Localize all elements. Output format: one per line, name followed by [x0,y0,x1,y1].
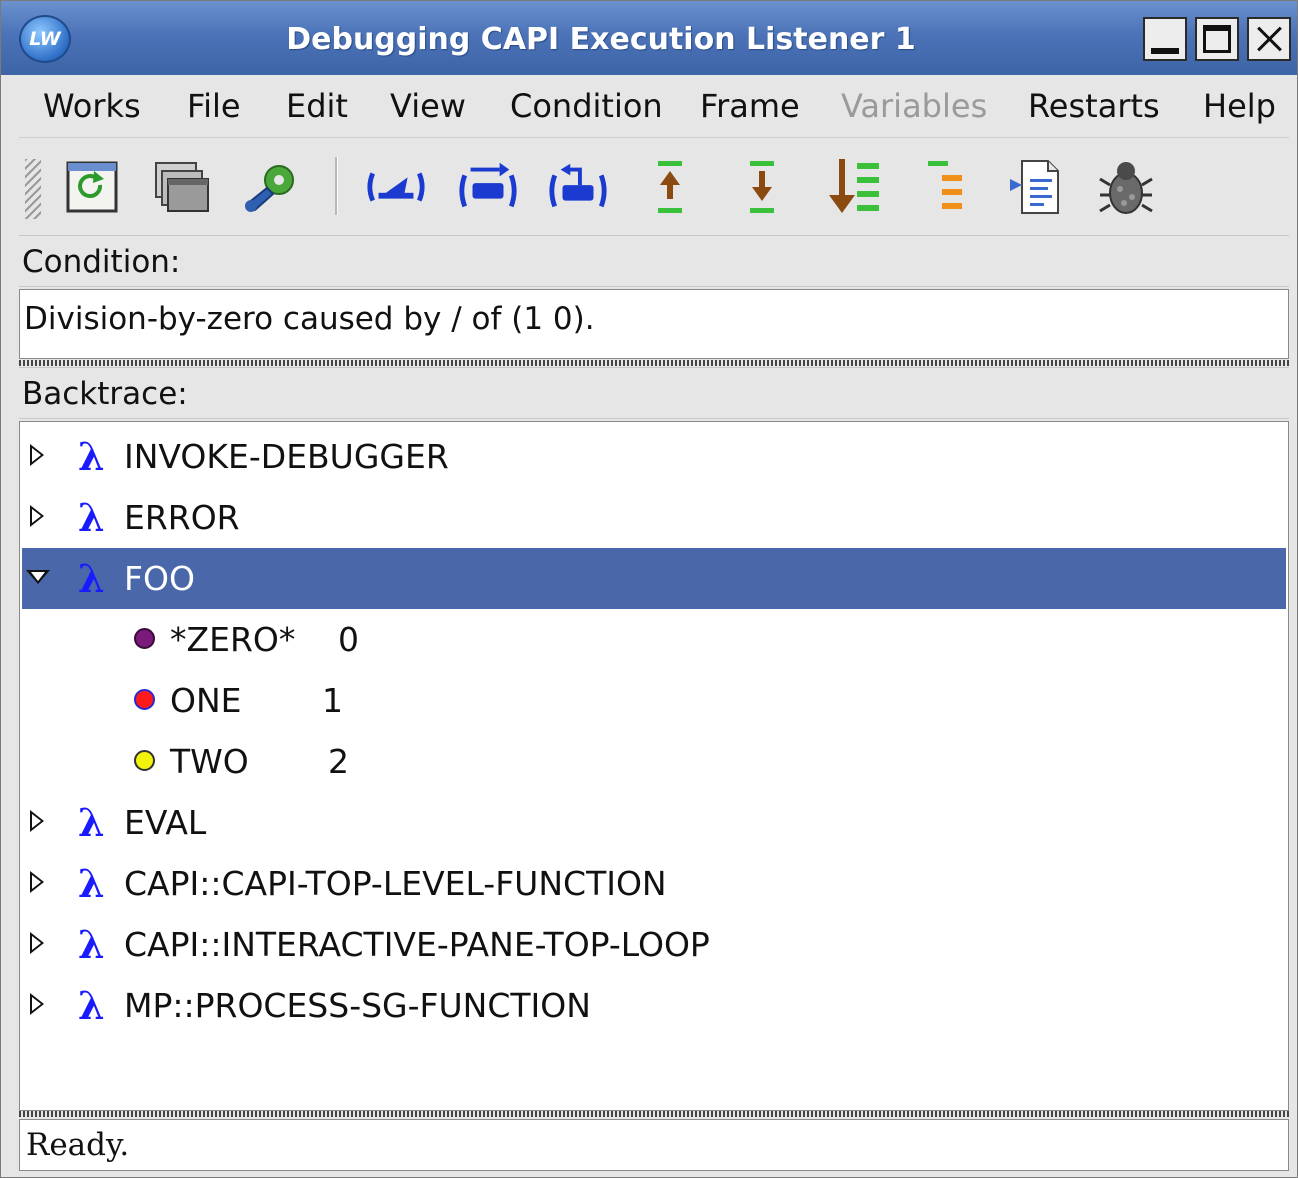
lambda-icon: λ [78,434,105,479]
frame-row[interactable]: λ MP::PROCESS-SG-FUNCTION [22,975,1286,1036]
minimize-button[interactable] [1143,17,1187,61]
variable-value: 0 [338,620,359,659]
edit-source-icon [1010,160,1059,214]
variable-name: *ZERO* [170,620,296,659]
pane-splitter[interactable] [19,1111,1289,1117]
expand-triangle-icon[interactable] [30,810,44,832]
pane-splitter[interactable] [19,360,1289,366]
lambda-icon: λ [78,495,105,540]
frame-row-selected[interactable]: λ FOO [22,548,1286,609]
tools-icon [245,165,294,212]
frame-top-icon [928,161,962,209]
argument-variable-dot-icon [134,750,155,771]
special-variable-dot-icon [134,628,155,649]
toolbar-grip[interactable] [25,159,41,219]
frame-bottom-icon [829,159,879,213]
variable-value: 1 [322,681,343,720]
menu-restarts[interactable]: Restarts [1028,75,1160,137]
status-bar: Ready. [19,1119,1289,1171]
frame-top-button[interactable] [915,157,977,217]
return-from-frame-button[interactable] [547,157,609,217]
refresh-button[interactable] [61,157,123,217]
variable-row[interactable]: ONE 1 [22,670,1286,731]
debugger-bug-icon [1099,162,1153,214]
title-bar[interactable]: LW Debugging CAPI Execution Listener 1 [1,1,1297,75]
variable-name: ONE [170,681,242,720]
frame-row[interactable]: λ CAPI::INTERACTIVE-PANE-TOP-LOOP [22,914,1286,975]
expand-triangle-icon[interactable] [30,505,44,527]
variable-row[interactable]: TWO 2 [22,731,1286,792]
frame-name: MP::PROCESS-SG-FUNCTION [124,986,591,1025]
frame-name: FOO [124,559,195,598]
menu-view[interactable]: View [390,75,466,137]
lispworks-app-icon[interactable]: LW [19,15,71,63]
expand-triangle-icon[interactable] [30,444,44,466]
frame-name: INVOKE-DEBUGGER [124,437,449,476]
frame-row[interactable]: λ CAPI::CAPI-TOP-LEVEL-FUNCTION [22,853,1286,914]
frame-down-icon [750,161,774,213]
menu-help[interactable]: Help [1203,75,1276,137]
toolbar [19,139,1289,236]
frame-name: CAPI::INTERACTIVE-PANE-TOP-LOOP [124,925,710,964]
expand-triangle-icon[interactable] [30,993,44,1015]
condition-text-pane[interactable]: Division-by-zero caused by / of (1 0). [19,289,1289,359]
abort-restart-icon [367,172,425,202]
refresh-icon [66,161,118,213]
windows-icon [155,162,209,212]
menu-edit[interactable]: Edit [286,75,348,137]
lambda-icon: λ [78,556,105,601]
lambda-icon: λ [78,983,105,1028]
tools-button[interactable] [241,157,303,217]
frame-name: ERROR [124,498,240,537]
menu-works[interactable]: Works [43,75,141,137]
close-button[interactable] [1247,17,1291,61]
continue-restart-button[interactable] [457,157,519,217]
frame-name: CAPI::CAPI-TOP-LEVEL-FUNCTION [124,864,667,903]
menu-condition[interactable]: Condition [510,75,663,137]
frame-row[interactable]: λ ERROR [22,487,1286,548]
frame-bottom-button[interactable] [825,157,887,217]
lambda-icon: λ [78,922,105,967]
continue-restart-icon [459,162,517,208]
frame-down-button[interactable] [731,157,793,217]
frame-up-button[interactable] [639,157,701,217]
debugger-bug-button[interactable] [1095,157,1157,217]
backtrace-label: Backtrace: [19,367,1289,419]
variable-row[interactable]: *ZERO* 0 [22,609,1286,670]
lambda-icon: λ [78,861,105,906]
local-variable-dot-icon [134,689,155,710]
return-from-frame-icon [549,163,607,208]
menu-bar: Works File Edit View Condition Frame Var… [19,75,1289,138]
collapse-triangle-icon[interactable] [26,570,50,584]
abort-restart-button[interactable] [365,157,427,217]
expand-triangle-icon[interactable] [30,932,44,954]
frame-row[interactable]: λ INVOKE-DEBUGGER [22,426,1286,487]
menu-file[interactable]: File [187,75,241,137]
variable-value: 2 [328,742,349,781]
edit-source-button[interactable] [1005,157,1067,217]
toolbar-separator [335,157,338,215]
variable-name: TWO [170,742,249,781]
debugger-window: LW Debugging CAPI Execution Listener 1 W… [0,0,1298,1178]
frame-row[interactable]: λ EVAL [22,792,1286,853]
frame-up-icon [658,161,682,213]
menu-frame[interactable]: Frame [700,75,800,137]
frame-name: EVAL [124,803,207,842]
windows-button[interactable] [151,157,213,217]
menu-variables[interactable]: Variables [841,75,987,137]
backtrace-tree[interactable]: λ INVOKE-DEBUGGER λ ERROR λ FOO *ZERO* 0… [19,421,1289,1111]
condition-label: Condition: [19,235,1289,287]
lambda-icon: λ [78,800,105,845]
expand-triangle-icon[interactable] [30,871,44,893]
maximize-button[interactable] [1195,17,1239,61]
window-title: Debugging CAPI Execution Listener 1 [286,22,916,57]
